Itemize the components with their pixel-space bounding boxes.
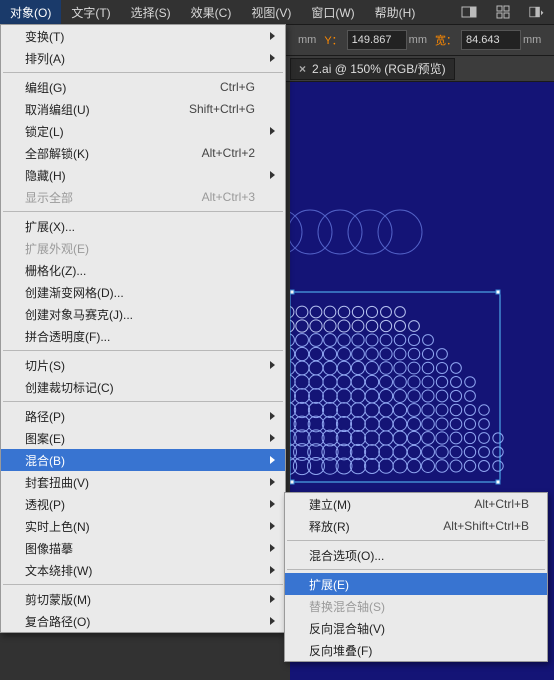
y-label: Y： [324, 32, 342, 48]
submenu-item[interactable]: 释放(R)Alt+Shift+Ctrl+B [285, 515, 547, 537]
menu-item[interactable]: 全部解锁(K)Alt+Ctrl+2 [1, 142, 285, 164]
menu-select[interactable]: 选择(S) [121, 0, 181, 25]
menu-item[interactable]: 拼合透明度(F)... [1, 325, 285, 347]
unit-label-3: mm [523, 34, 541, 46]
menu-window[interactable]: 窗口(W) [301, 0, 364, 25]
w-input[interactable]: 84.643 [461, 30, 521, 50]
menu-item[interactable]: 文本绕排(W) [1, 559, 285, 581]
submenu-item[interactable]: 反向混合轴(V) [285, 617, 547, 639]
tab-label: 2.ai @ 150% (RGB/预览) [312, 60, 446, 77]
submenu-item[interactable]: 混合选项(O)... [285, 544, 547, 566]
menu-item[interactable]: 切片(S) [1, 354, 285, 376]
unit-label-1: mm [298, 34, 316, 46]
menu-object[interactable]: 对象(O) [0, 0, 61, 25]
object-menu-dropdown: 变换(T)排列(A) 编组(G)Ctrl+G取消编组(U)Shift+Ctrl+G… [0, 24, 286, 633]
menu-item: 显示全部Alt+Ctrl+3 [1, 186, 285, 208]
menu-item[interactable]: 排列(A) [1, 47, 285, 69]
menu-view[interactable]: 视图(V) [241, 0, 301, 25]
menu-item[interactable]: 剪切蒙版(M) [1, 588, 285, 610]
menu-item[interactable]: 创建对象马赛克(J)... [1, 303, 285, 325]
w-label: 宽： [435, 32, 457, 48]
blend-submenu: 建立(M)Alt+Ctrl+B释放(R)Alt+Shift+Ctrl+B 混合选项… [284, 492, 548, 662]
menu-item[interactable]: 编组(G)Ctrl+G [1, 76, 285, 98]
menu-item[interactable]: 图案(E) [1, 427, 285, 449]
menu-item[interactable]: 取消编组(U)Shift+Ctrl+G [1, 98, 285, 120]
menu-item[interactable]: 路径(P) [1, 405, 285, 427]
menu-item[interactable]: 隐藏(H) [1, 164, 285, 186]
submenu-item: 替换混合轴(S) [285, 595, 547, 617]
submenu-item[interactable]: 反向堆叠(F) [285, 639, 547, 661]
menu-effect[interactable]: 效果(C) [181, 0, 242, 25]
document-tab[interactable]: × 2.ai @ 150% (RGB/预览) [290, 58, 455, 80]
menu-item[interactable]: 混合(B) [1, 449, 285, 471]
menu-item[interactable]: 锁定(L) [1, 120, 285, 142]
y-input[interactable]: 149.867 [347, 30, 407, 50]
menu-help[interactable]: 帮助(H) [365, 0, 426, 25]
menu-item[interactable]: 创建渐变网格(D)... [1, 281, 285, 303]
menu-item[interactable]: 扩展(X)... [1, 215, 285, 237]
tool-grid-icon[interactable] [490, 2, 516, 22]
menu-type[interactable]: 文字(T) [61, 0, 120, 25]
tool-panel-icon[interactable] [456, 2, 482, 22]
menu-item[interactable]: 变换(T) [1, 25, 285, 47]
menu-item[interactable]: 创建裁切标记(C) [1, 376, 285, 398]
submenu-item[interactable]: 扩展(E) [285, 573, 547, 595]
menu-item[interactable]: 栅格化(Z)... [1, 259, 285, 281]
unit-label-2: mm [409, 34, 427, 46]
menu-item[interactable]: 透视(P) [1, 493, 285, 515]
tool-workspace-icon[interactable] [524, 2, 550, 22]
menu-item[interactable]: 封套扭曲(V) [1, 471, 285, 493]
close-icon[interactable]: × [299, 62, 306, 76]
menu-item[interactable]: 图像描摹 [1, 537, 285, 559]
menubar: 对象(O) 文字(T) 选择(S) 效果(C) 视图(V) 窗口(W) 帮助(H… [0, 0, 554, 24]
menu-item[interactable]: 复合路径(O) [1, 610, 285, 632]
submenu-item[interactable]: 建立(M)Alt+Ctrl+B [285, 493, 547, 515]
menu-item[interactable]: 实时上色(N) [1, 515, 285, 537]
menu-item: 扩展外观(E) [1, 237, 285, 259]
